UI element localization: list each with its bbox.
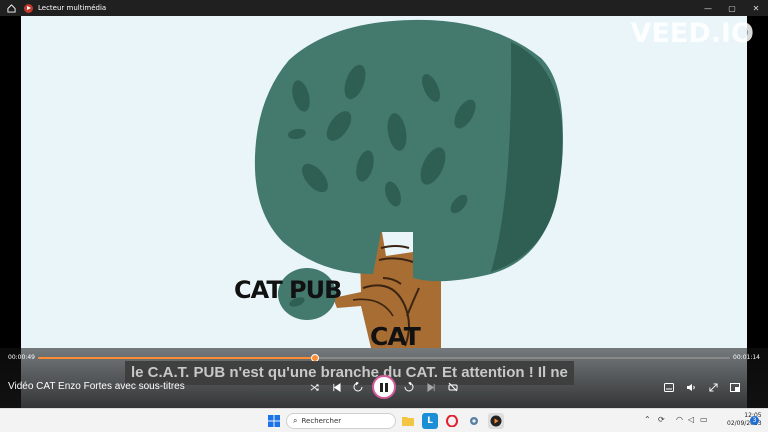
rewind-10-icon[interactable] bbox=[351, 380, 365, 394]
total-time: 00:01:14 bbox=[733, 354, 760, 361]
window-title: Lecteur multimédia bbox=[38, 4, 107, 12]
seek-progress bbox=[38, 357, 315, 359]
fullscreen-icon[interactable] bbox=[706, 380, 720, 394]
maximize-button[interactable]: ▢ bbox=[720, 0, 744, 16]
pause-button[interactable] bbox=[372, 375, 396, 399]
player-controls: 00:00:49 00:01:14 le C.A.T. PUB n'est qu… bbox=[0, 348, 768, 408]
app-l-icon[interactable]: L bbox=[422, 413, 438, 429]
search-placeholder: Rechercher bbox=[301, 417, 342, 425]
notification-badge[interactable]: 3 bbox=[750, 416, 759, 425]
shuffle-icon[interactable] bbox=[307, 380, 321, 394]
video-title: Vidéo CAT Enzo Fortes avec sous-titres bbox=[8, 381, 185, 392]
windows-start-icon[interactable] bbox=[266, 413, 282, 429]
forward-30-icon[interactable] bbox=[402, 380, 416, 394]
opera-icon[interactable] bbox=[444, 413, 460, 429]
veed-watermark: VEED.IO bbox=[630, 18, 754, 49]
taskbar: ⌕ Rechercher L ⌃ ⟳ ◠ ◁ ▭ 12:05 02/09/202… bbox=[0, 408, 768, 432]
volume-icon[interactable] bbox=[684, 380, 698, 394]
sync-icon[interactable]: ⟳ bbox=[658, 415, 665, 424]
next-icon[interactable] bbox=[424, 380, 438, 394]
minimize-button[interactable]: — bbox=[696, 0, 720, 16]
subtitle-text: le C.A.T. PUB n'est qu'une branche du CA… bbox=[125, 361, 574, 385]
speaker-icon[interactable]: ◁ bbox=[688, 415, 694, 424]
subtitles-icon[interactable] bbox=[662, 380, 676, 394]
search-icon: ⌕ bbox=[293, 416, 298, 425]
settings-gear-icon[interactable] bbox=[466, 413, 482, 429]
chevron-up-icon[interactable]: ⌃ bbox=[644, 415, 651, 424]
title-bar: Lecteur multimédia — ▢ ✕ bbox=[0, 0, 768, 16]
current-time: 00:00:49 bbox=[8, 354, 35, 361]
battery-icon[interactable]: ▭ bbox=[700, 415, 708, 424]
seek-bar[interactable] bbox=[38, 354, 730, 362]
cat-pub-label: CAT PUB bbox=[234, 276, 342, 304]
taskbar-search[interactable]: ⌕ Rechercher bbox=[286, 413, 396, 429]
wifi-icon[interactable]: ◠ bbox=[676, 415, 683, 424]
miniplayer-icon[interactable] bbox=[728, 380, 742, 394]
file-explorer-icon[interactable] bbox=[400, 413, 416, 429]
repeat-off-icon[interactable] bbox=[446, 380, 460, 394]
cat-label: CAT bbox=[370, 322, 421, 351]
close-button[interactable]: ✕ bbox=[744, 0, 768, 16]
media-player-taskbar-icon[interactable] bbox=[488, 413, 504, 429]
previous-icon[interactable] bbox=[329, 380, 343, 394]
home-icon[interactable] bbox=[4, 0, 18, 16]
media-player-app-icon bbox=[24, 3, 33, 13]
